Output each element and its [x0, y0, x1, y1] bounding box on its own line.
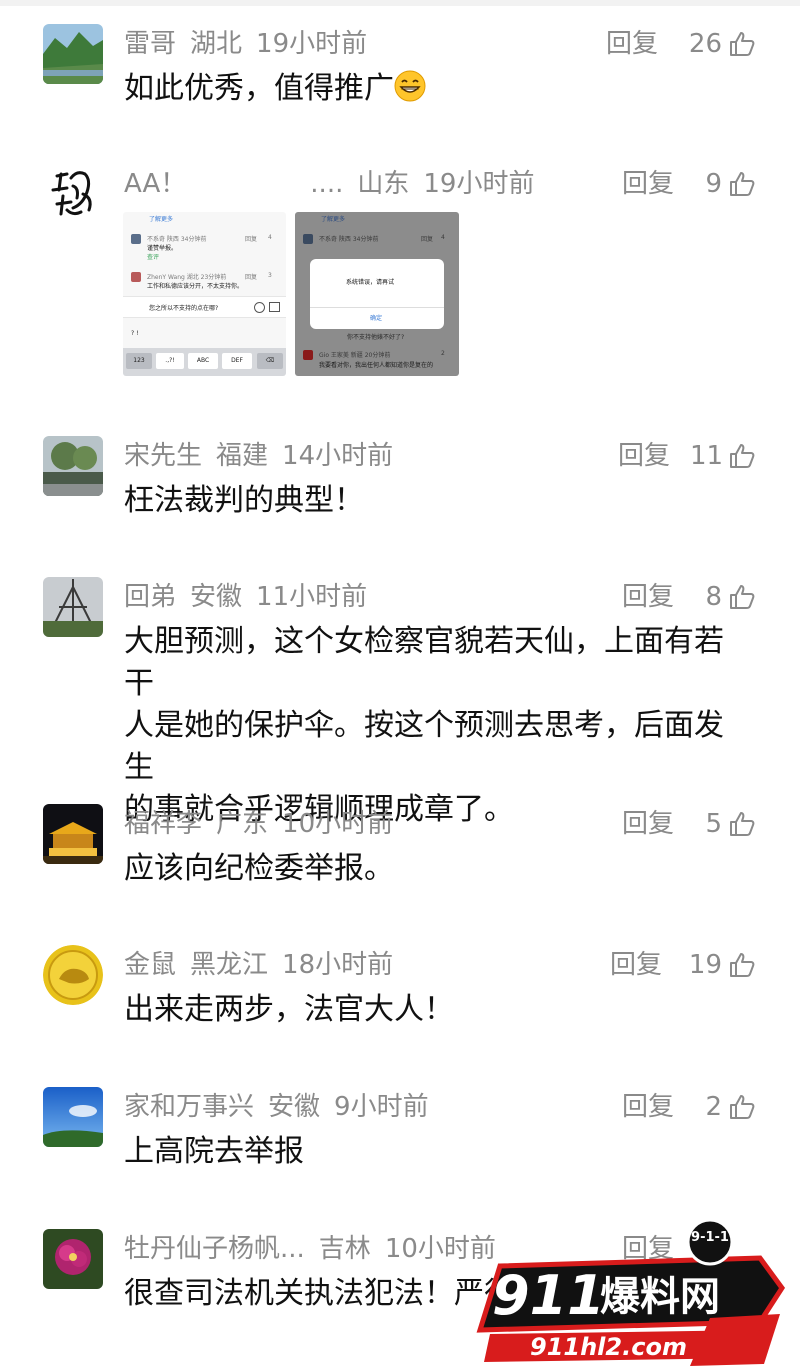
avatar[interactable]: [43, 577, 103, 637]
comment-meta: 家和万事兴 安徽 9小时前: [124, 1087, 443, 1127]
watermark-brand-text: 爆料网: [600, 1274, 720, 1320]
avatar[interactable]: [43, 1229, 103, 1289]
watermark-badge: 9-1-1: [691, 1230, 729, 1245]
comment-meta: 宋先生 福建 14小时前: [124, 436, 407, 476]
like-count: 26: [688, 29, 722, 59]
comment-meta: 金鼠 黑龙江 18小时前: [124, 945, 407, 985]
keyboard: 123 .,?! ABC DEF ⌫: [123, 348, 286, 376]
username[interactable]: 金鼠: [124, 950, 176, 980]
reply-button[interactable]: 回复: [622, 164, 674, 204]
comment-text: 应该向纪检委举报。: [124, 851, 394, 886]
location: 福建: [216, 441, 269, 471]
username[interactable]: 宋先生: [124, 441, 202, 471]
username[interactable]: 福祥李: [124, 809, 202, 839]
emoji-icon: [254, 302, 265, 313]
thumbs-up-icon[interactable]: [728, 442, 756, 470]
timestamp: 19小时前: [256, 29, 368, 59]
timestamp: 9小时前: [334, 1092, 429, 1122]
top-divider: [0, 0, 800, 6]
attached-image-2[interactable]: 了解更多 不系奇 陕西 34分钟前 回复 4 系统错误，请再试 确定 你不支持他…: [295, 212, 459, 376]
thumbs-up-icon[interactable]: [728, 30, 756, 58]
like-count: 9: [705, 169, 722, 199]
location: 山东: [357, 169, 410, 199]
watermark-brand-number: 911: [492, 1264, 605, 1327]
watermark-url: 911hl2.com: [530, 1333, 687, 1361]
location: 安徽: [190, 582, 243, 612]
reply-button[interactable]: 回复: [622, 577, 674, 617]
watermark-logo: 9-1-1 911 爆料网 911hl2.com: [460, 1218, 790, 1368]
avatar: [131, 234, 141, 244]
username-suffix: ....: [310, 169, 344, 199]
location: 吉林: [318, 1234, 371, 1264]
avatar: [303, 350, 313, 360]
reply-button[interactable]: 回复: [606, 24, 658, 64]
reply-button[interactable]: 回复: [622, 804, 674, 844]
key[interactable]: .,?!: [156, 353, 184, 369]
thumbs-up-icon[interactable]: [728, 810, 756, 838]
comment-meta: 雷哥 湖北 19小时前: [124, 24, 381, 64]
username[interactable]: 雷哥: [124, 29, 176, 59]
location: 广东: [216, 809, 269, 839]
like-count: 5: [705, 809, 722, 839]
comment-text: 枉法裁判的典型！: [124, 483, 364, 518]
attached-image-1[interactable]: 了解更多 不系奇 陕西 34分钟前 回复 4 谨赞举报。 查评 ZhenY Wa…: [123, 212, 286, 376]
comment-text: 出来走两步，法官大人！: [124, 992, 454, 1027]
timestamp: 11小时前: [256, 582, 368, 612]
reply-button[interactable]: 回复: [610, 945, 662, 985]
backspace-icon[interactable]: ⌫: [257, 353, 283, 369]
thumbs-up-icon[interactable]: [728, 951, 756, 979]
comment-meta: AA！.... 山东 19小时前: [124, 164, 548, 204]
avatar[interactable]: [43, 436, 103, 496]
username[interactable]: 家和万事兴: [124, 1092, 254, 1122]
dialog-message: 系统错误，请再试: [346, 279, 395, 286]
username[interactable]: 回弟: [124, 582, 176, 612]
like-count: 8: [705, 582, 722, 612]
key[interactable]: DEF: [222, 353, 252, 369]
grinning-emoji-icon: [394, 70, 426, 102]
comment-text: 大胆预测，这个女检察官貌若天仙，上面有若干 人是她的保护伞。按这个预测去思考，后…: [124, 624, 724, 827]
location: 湖北: [190, 29, 243, 59]
timestamp: 19小时前: [423, 169, 535, 199]
comment-text: 如此优秀，值得推广: [124, 68, 744, 110]
location: 黑龙江: [190, 950, 269, 980]
key[interactable]: ABC: [188, 353, 218, 369]
reply-button[interactable]: 回复: [618, 436, 670, 476]
timestamp: 14小时前: [282, 441, 394, 471]
timestamp: 10小时前: [282, 809, 394, 839]
avatar[interactable]: [43, 24, 103, 84]
like-count: 11: [690, 441, 724, 471]
username[interactable]: AA！: [124, 169, 186, 199]
location: 安徽: [268, 1092, 321, 1122]
thumbs-up-icon[interactable]: [728, 170, 756, 198]
error-dialog: 系统错误，请再试 确定: [310, 259, 444, 329]
dialog-confirm-button[interactable]: 确定: [370, 313, 382, 322]
avatar[interactable]: [43, 164, 103, 224]
comment-meta: 牡丹仙子杨帆... 吉林 10小时前: [124, 1229, 510, 1269]
timestamp: 18小时前: [282, 950, 394, 980]
reply-input[interactable]: 您之所以不支持的点在哪?: [123, 296, 286, 318]
comment-meta: 福祥李 广东 10小时前: [124, 804, 407, 844]
username[interactable]: 牡丹仙子杨帆...: [124, 1234, 305, 1264]
avatar: [131, 272, 141, 282]
image-icon: [269, 302, 280, 312]
avatar[interactable]: [43, 804, 103, 864]
like-count: 19: [688, 950, 722, 980]
reply-button[interactable]: 回复: [622, 1087, 674, 1127]
avatar[interactable]: [43, 945, 103, 1005]
thumbs-up-icon[interactable]: [728, 583, 756, 611]
thumbs-up-icon[interactable]: [728, 1093, 756, 1121]
avatar: [303, 234, 313, 244]
comment-meta: 回弟 安徽 11小时前: [124, 577, 381, 617]
comment-text: 上高院去举报: [124, 1134, 304, 1169]
like-count: 2: [705, 1092, 722, 1122]
avatar[interactable]: [43, 1087, 103, 1147]
key[interactable]: 123: [126, 353, 152, 369]
